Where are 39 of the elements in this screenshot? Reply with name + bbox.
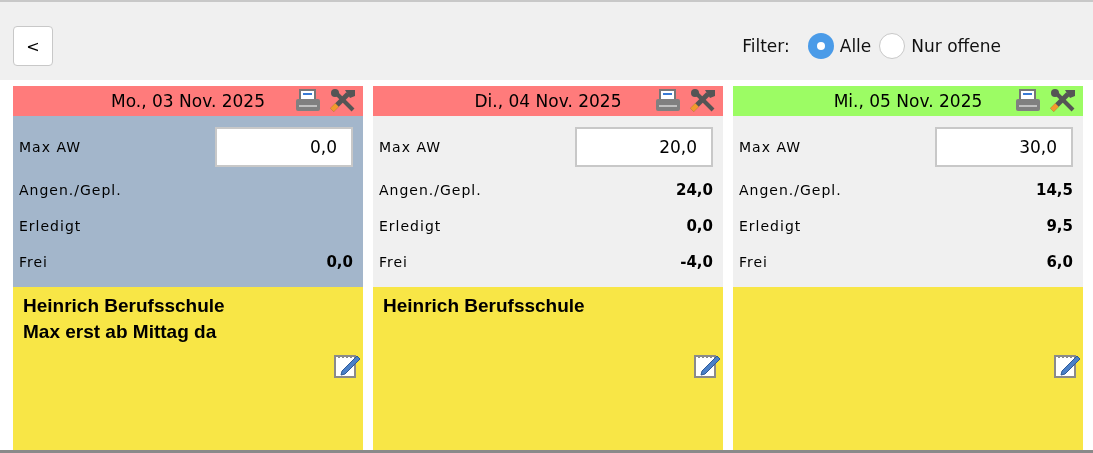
day-date: Mo., 03 Nov. 2025 [111, 91, 265, 111]
printer-icon[interactable] [655, 89, 681, 113]
stat-value: 24,0 [676, 181, 713, 199]
stat-value: 14,5 [1036, 181, 1073, 199]
radio-button[interactable] [879, 33, 906, 59]
stat-label: Max AW [19, 139, 82, 155]
stat-label: Erledigt [739, 218, 802, 234]
radio-label[interactable]: Nur offene [911, 36, 1001, 56]
day-date: Di., 04 Nov. 2025 [474, 91, 622, 111]
tools-icon[interactable] [329, 89, 357, 113]
stat-value: -4,0 [680, 253, 713, 271]
stat-label: Angen./Gepl. [19, 182, 122, 198]
stat-label: Angen./Gepl. [739, 182, 842, 198]
printer-icon[interactable] [1015, 89, 1041, 113]
tools-icon[interactable] [1049, 89, 1077, 113]
printer-icon[interactable] [295, 89, 321, 113]
stat-label: Angen./Gepl. [379, 182, 482, 198]
stat-value: 0,0 [686, 217, 713, 235]
stat-label: Max AW [379, 139, 442, 155]
radio-label[interactable]: Alle [839, 36, 872, 56]
stat-label: Frei [739, 254, 768, 270]
tools-icon[interactable] [689, 89, 717, 113]
stat-label: Max AW [739, 139, 802, 155]
stat-label: Erledigt [19, 218, 82, 234]
note-text: Heinrich Berufsschule [383, 294, 586, 318]
day-date: Mi., 05 Nov. 2025 [833, 91, 983, 111]
stat-label: Frei [379, 254, 408, 270]
stat-value: 9,5 [1046, 217, 1073, 235]
stat-label: Erledigt [379, 218, 442, 234]
stat-value: 0,0 [326, 253, 353, 271]
stat-value: 6,0 [1046, 253, 1073, 271]
max-aw-field[interactable]: 20,0 [575, 127, 713, 167]
radio-button[interactable] [807, 33, 834, 59]
stat-label: Frei [19, 254, 48, 270]
filter-label: Filter: [742, 36, 790, 56]
max-aw-field[interactable]: 30,0 [935, 127, 1073, 167]
note-text: Heinrich Berufsschule Max erst ab Mittag da [23, 294, 226, 344]
max-aw-field[interactable]: 0,0 [215, 127, 353, 167]
back-button[interactable]: < [13, 26, 53, 66]
